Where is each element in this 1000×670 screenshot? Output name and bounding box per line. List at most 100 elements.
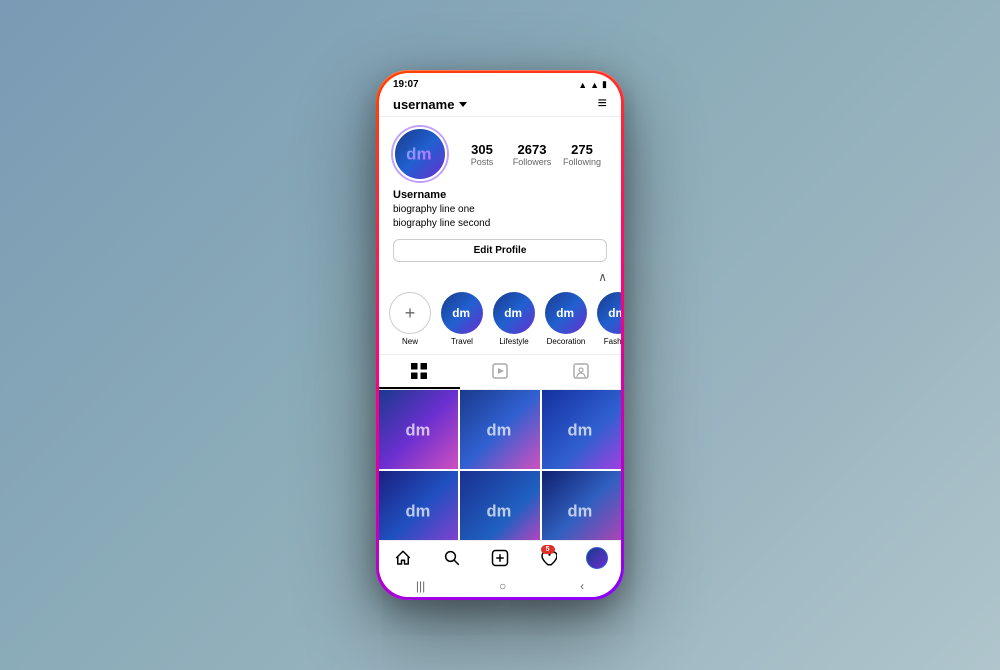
svg-text:dm: dm xyxy=(405,502,430,520)
nav-profile-avatar xyxy=(586,547,608,569)
profile-section: dm 305 Posts 2673 Followers xyxy=(379,117,621,270)
chevron-down-icon xyxy=(459,102,467,107)
avatar[interactable]: dm xyxy=(393,127,447,181)
post-1-bg: dm xyxy=(379,390,458,469)
post-2-logo: dm xyxy=(485,420,515,440)
highlight-lifestyle-logo: dm xyxy=(503,306,525,320)
svg-text:dm: dm xyxy=(405,421,430,439)
highlights-row[interactable]: + New dm Travel dm xyxy=(379,288,621,354)
battery-icon: ▮ xyxy=(602,79,607,90)
tagged-tab-icon xyxy=(573,363,589,379)
grid-post-5[interactable]: dm xyxy=(460,471,539,540)
post-3-bg: dm xyxy=(542,390,621,469)
profile-bio: biography line one biography line second xyxy=(393,203,607,231)
status-bar: 19:07 ▲ ▲ ▮ xyxy=(379,73,621,92)
post-1-logo: dm xyxy=(404,420,434,440)
content-tabs xyxy=(379,354,621,390)
highlight-fashion-logo: dm xyxy=(607,306,621,320)
android-recent-btn[interactable]: ||| xyxy=(416,579,425,593)
post-5-logo: dm xyxy=(485,501,515,521)
stat-followers-label: Followers xyxy=(507,157,557,167)
highlight-new-label: New xyxy=(402,337,418,346)
hamburger-menu-icon[interactable]: ≡ xyxy=(598,96,607,112)
svg-text:dm: dm xyxy=(568,502,593,520)
nav-notifications[interactable]: 5 xyxy=(524,549,572,567)
profile-top-row: dm 305 Posts 2673 Followers xyxy=(393,127,607,181)
highlight-travel-label: Travel xyxy=(451,337,473,346)
avatar-logo-svg: dm xyxy=(404,144,436,164)
svg-text:dm: dm xyxy=(504,306,522,320)
add-icon xyxy=(491,549,509,567)
profile-name: Username xyxy=(393,189,607,201)
svg-text:dm: dm xyxy=(568,421,593,439)
grid-post-1[interactable]: dm xyxy=(379,390,458,469)
grid-post-6[interactable]: dm xyxy=(542,471,621,540)
highlight-fashion-label: Fashion xyxy=(604,337,621,346)
grid-tab-icon xyxy=(411,363,427,379)
notification-badge: 5 xyxy=(541,545,555,554)
tab-tagged[interactable] xyxy=(540,355,621,389)
tab-reels[interactable] xyxy=(460,355,541,389)
post-3-logo: dm xyxy=(566,420,596,440)
stat-following-number: 275 xyxy=(557,142,607,157)
highlight-travel-logo: dm xyxy=(451,306,473,320)
nav-profile[interactable] xyxy=(573,547,621,569)
grid-post-3[interactable]: dm xyxy=(542,390,621,469)
stat-posts: 305 Posts xyxy=(457,142,507,167)
post-2-bg: dm xyxy=(460,390,539,469)
highlight-fashion-circle: dm xyxy=(597,292,621,334)
collapse-row: ∧ xyxy=(379,270,621,288)
app-header: username ≡ xyxy=(379,92,621,117)
signal-icon: ▲ xyxy=(590,80,599,90)
post-4-bg: dm xyxy=(379,471,458,540)
svg-text:dm: dm xyxy=(608,306,621,320)
highlight-lifestyle-circle: dm xyxy=(493,292,535,334)
nav-search[interactable] xyxy=(427,549,475,567)
phone-screen: 19:07 ▲ ▲ ▮ username ≡ xyxy=(379,73,621,597)
home-icon xyxy=(394,549,412,567)
android-home-btn[interactable]: ○ xyxy=(499,579,506,593)
stats-row: 305 Posts 2673 Followers 275 Following xyxy=(457,142,607,167)
bio-line-1: biography line one xyxy=(393,203,607,217)
post-6-logo: dm xyxy=(566,501,596,521)
nav-home[interactable] xyxy=(379,549,427,567)
status-icons: ▲ ▲ ▮ xyxy=(578,79,607,90)
highlight-lifestyle-label: Lifestyle xyxy=(499,337,528,346)
stat-posts-number: 305 xyxy=(457,142,507,157)
grid-post-4[interactable]: dm xyxy=(379,471,458,540)
svg-text:dm: dm xyxy=(452,306,470,320)
collapse-arrow-icon[interactable]: ∧ xyxy=(598,270,607,284)
highlight-travel[interactable]: dm Travel xyxy=(441,292,483,346)
bottom-nav: 5 xyxy=(379,540,621,573)
highlight-new-circle: + xyxy=(389,292,431,334)
highlight-fashion[interactable]: dm Fashion xyxy=(597,292,621,346)
stat-followers: 2673 Followers xyxy=(507,142,557,167)
android-back-btn[interactable]: ‹ xyxy=(580,579,584,593)
edit-profile-button[interactable]: Edit Profile xyxy=(393,239,607,262)
header-username-text: username xyxy=(393,97,454,112)
stat-posts-label: Posts xyxy=(457,157,507,167)
status-time: 19:07 xyxy=(393,79,419,90)
highlight-new[interactable]: + New xyxy=(389,292,431,346)
header-username-row[interactable]: username xyxy=(393,97,467,112)
app-content[interactable]: dm 305 Posts 2673 Followers xyxy=(379,117,621,540)
android-nav-bar: ||| ○ ‹ xyxy=(379,573,621,597)
tab-grid[interactable] xyxy=(379,355,460,389)
nav-add[interactable] xyxy=(476,549,524,567)
stat-following: 275 Following xyxy=(557,142,607,167)
highlight-decoration[interactable]: dm Decoration xyxy=(545,292,587,346)
highlight-lifestyle[interactable]: dm Lifestyle xyxy=(493,292,535,346)
highlight-decoration-logo: dm xyxy=(555,306,577,320)
post-4-logo: dm xyxy=(404,501,434,521)
phone-device: 19:07 ▲ ▲ ▮ username ≡ xyxy=(376,70,624,600)
search-icon xyxy=(443,549,461,567)
post-6-bg: dm xyxy=(542,471,621,540)
bio-line-2: biography line second xyxy=(393,217,607,231)
wifi-icon: ▲ xyxy=(578,80,587,90)
highlight-decoration-circle: dm xyxy=(545,292,587,334)
post-5-bg: dm xyxy=(460,471,539,540)
grid-post-2[interactable]: dm xyxy=(460,390,539,469)
posts-grid: dm dm dm xyxy=(379,390,621,540)
svg-text:dm: dm xyxy=(486,502,511,520)
reels-tab-icon xyxy=(492,363,508,379)
